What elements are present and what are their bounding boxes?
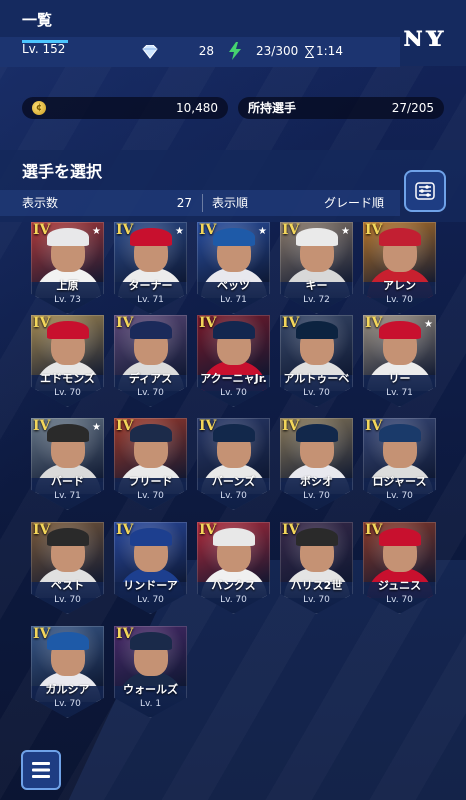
- stamina-value: 23/300: [256, 44, 299, 58]
- display-count-value: 27: [176, 196, 192, 210]
- filter-button[interactable]: [404, 170, 446, 212]
- page-title: 一覧: [22, 11, 53, 29]
- filter-sliders-icon: [415, 182, 435, 200]
- owned-players-count: 27/205: [391, 101, 434, 115]
- coin-display: ¢ 10,480: [22, 97, 228, 119]
- menu-button[interactable]: [21, 750, 61, 790]
- section-title: 選手を選択: [22, 162, 103, 181]
- sort-order-label: 表示順: [212, 196, 249, 210]
- gem-icon: [142, 45, 158, 59]
- display-count-label: 表示数: [22, 196, 59, 210]
- sort-order-dropdown[interactable]: グレード順: [290, 190, 384, 216]
- owned-players-label: 所持選手: [248, 101, 297, 115]
- hamburger-icon: [32, 762, 50, 778]
- sort-row: 表示数 27 表示順 グレード順: [0, 190, 400, 216]
- divider: [202, 194, 203, 212]
- svg-text:ɴʏ: ɴʏ: [404, 19, 444, 54]
- stamina-timer: 1:14: [316, 44, 343, 58]
- user-level: Lv. 152: [22, 42, 66, 56]
- coin-icon: ¢: [32, 101, 46, 115]
- hourglass-icon: [305, 46, 314, 58]
- team-logo-icon: ɴʏ: [404, 19, 444, 54]
- stamina-bolt-icon: [229, 42, 241, 60]
- coin-count: 10,480: [176, 101, 218, 115]
- gem-count: 28: [198, 44, 214, 58]
- owned-players-display: 所持選手 27/205: [238, 97, 444, 119]
